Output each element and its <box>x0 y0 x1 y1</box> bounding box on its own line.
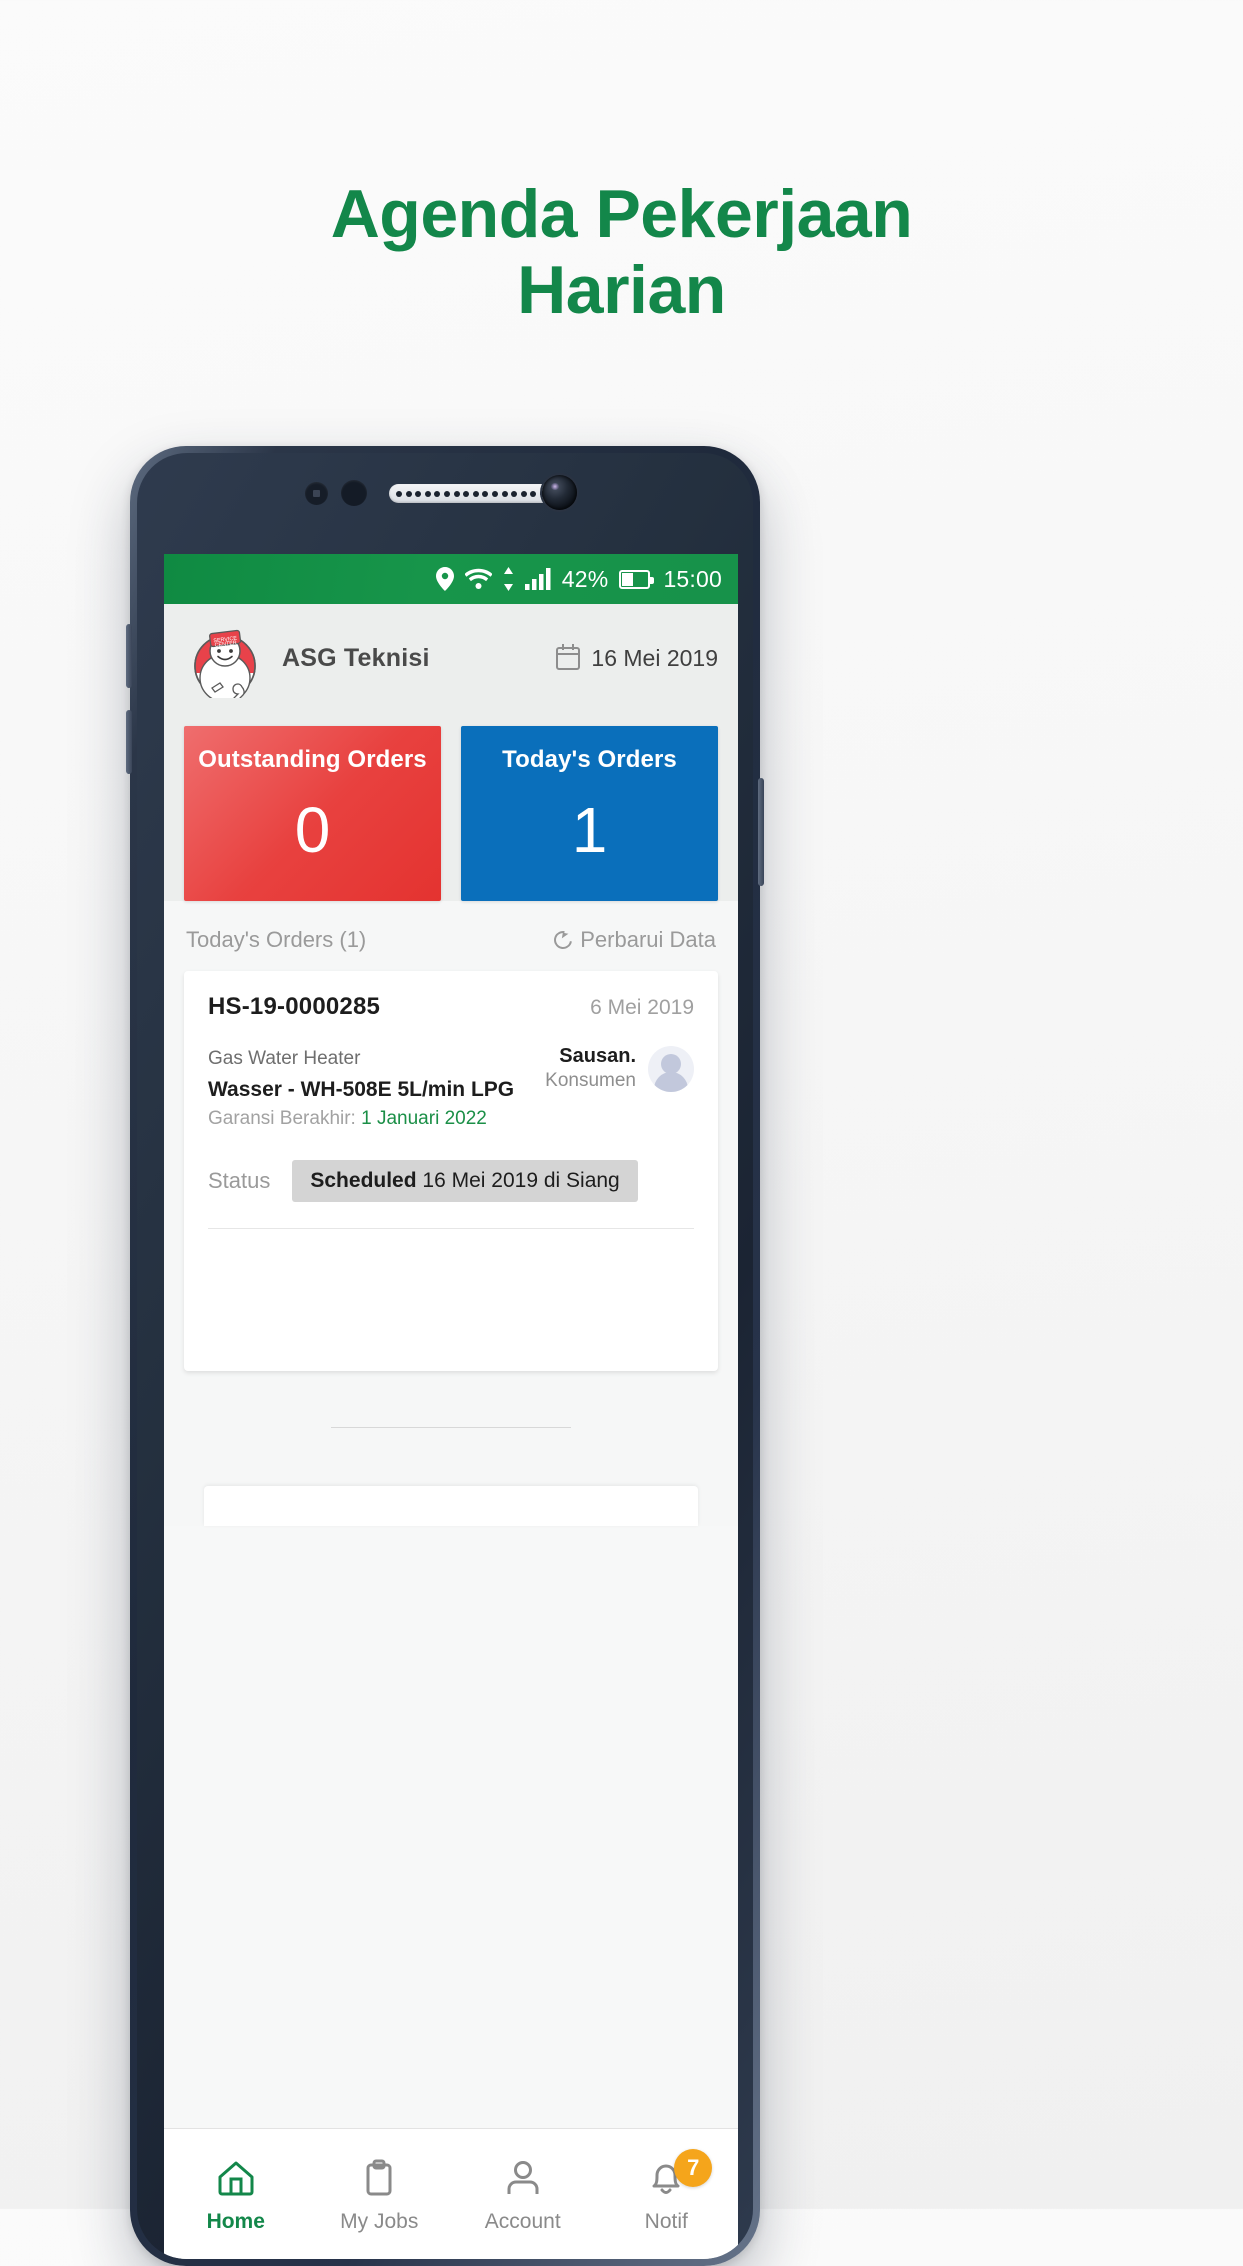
customer-block: Sausan. Konsumen <box>545 1045 694 1092</box>
volume-down-button[interactable] <box>126 710 132 774</box>
section-title: Today's Orders (1) <box>186 927 367 952</box>
header-date[interactable]: 16 Mei 2019 <box>556 643 718 672</box>
nav-label-notif: Notif <box>644 2210 688 2233</box>
scroll-indicator <box>331 1427 571 1428</box>
warranty-date-label: 1 Januari 2022 <box>361 1108 487 1129</box>
person-icon <box>503 2159 543 2197</box>
refresh-data-label: Perbarui Data <box>580 927 716 952</box>
calendar-icon <box>556 643 581 670</box>
battery-icon <box>619 569 655 589</box>
nav-label-home: Home <box>206 2210 265 2233</box>
customer-role-label: Konsumen <box>545 1070 636 1091</box>
stats-row: Outstanding Orders 0 Today's Orders 1 <box>164 712 738 901</box>
todays-orders-value: 1 <box>571 794 608 866</box>
battery-percent-label: 42% <box>561 565 609 592</box>
todays-orders-title: Today's Orders <box>502 746 677 773</box>
phone-mockup: 42% 15:00 SERVICE CENTER ASG Teknisi 16 … <box>126 446 764 2266</box>
product-block: Gas Water Heater Wasser - WH-508E 5L/min… <box>208 1045 514 1134</box>
next-order-card-peek[interactable] <box>204 1486 698 1526</box>
notif-badge: 7 <box>674 2149 713 2187</box>
order-date-label: 6 Mei 2019 <box>590 996 694 1019</box>
light-sensor-icon <box>341 480 367 506</box>
nav-item-account[interactable]: Account <box>451 2129 595 2259</box>
home-icon <box>216 2159 256 2197</box>
app-screen: 42% 15:00 SERVICE CENTER ASG Teknisi 16 … <box>164 554 738 2259</box>
phone-body: 42% 15:00 SERVICE CENTER ASG Teknisi 16 … <box>137 453 753 2259</box>
nav-label-account: Account <box>484 2210 561 2233</box>
warranty-label: Garansi Berakhir: <box>208 1108 356 1129</box>
status-row: Status Scheduled 16 Mei 2019 di Siang <box>208 1159 694 1202</box>
card-divider <box>208 1227 694 1229</box>
location-pin-icon <box>435 567 454 591</box>
proximity-sensor-icon <box>305 482 328 505</box>
customer-name-label: Sausan. <box>559 1045 636 1067</box>
nav-item-my-jobs[interactable]: My Jobs <box>308 2129 452 2259</box>
refresh-icon <box>550 927 576 953</box>
order-card[interactable]: HS-19-0000285 6 Mei 2019 Gas Water Heate… <box>184 971 718 1371</box>
order-card-body: Gas Water Heater Wasser - WH-508E 5L/min… <box>208 1045 694 1134</box>
volume-up-button[interactable] <box>126 624 132 688</box>
power-button[interactable] <box>758 778 764 886</box>
outstanding-orders-card[interactable]: Outstanding Orders 0 <box>184 726 441 901</box>
customer-text: Sausan. Konsumen <box>545 1045 636 1092</box>
page-title-line-1: Agenda Pekerjaan <box>330 176 913 252</box>
outstanding-orders-value: 0 <box>294 794 331 866</box>
orders-list: HS-19-0000285 6 Mei 2019 Gas Water Heate… <box>164 971 738 1526</box>
product-name-label: Wasser - WH-508E 5L/min LPG <box>208 1077 515 1101</box>
order-card-header: HS-19-0000285 6 Mei 2019 <box>208 993 694 1021</box>
user-avatar-icon <box>648 1045 694 1092</box>
section-header: Today's Orders (1) Perbarui Data <box>164 901 738 971</box>
status-bar: 42% 15:00 <box>164 554 738 604</box>
brand-name-label: ASG Teknisi <box>282 643 430 672</box>
warranty-row: Garansi Berakhir: 1 Januari 2022 <box>208 1105 514 1134</box>
header-date-label: 16 Mei 2019 <box>591 644 718 671</box>
front-camera-icon <box>542 475 577 510</box>
earpiece-speaker <box>389 484 553 503</box>
nav-item-home[interactable]: Home <box>164 2129 308 2259</box>
status-value-label: Scheduled <box>310 1168 417 1192</box>
order-id-label: HS-19-0000285 <box>208 993 381 1020</box>
outstanding-orders-title: Outstanding Orders <box>198 746 427 773</box>
wifi-icon <box>464 568 492 590</box>
clock-label: 15:00 <box>663 565 722 592</box>
nav-label-my-jobs: My Jobs <box>340 2210 419 2233</box>
data-transfer-arrows-icon <box>503 567 514 591</box>
brand-block: SERVICE CENTER ASG Teknisi <box>188 618 430 698</box>
bottom-navigation: Home My Jobs Account 7 Notif <box>164 2128 738 2259</box>
todays-orders-card[interactable]: Today's Orders 1 <box>461 726 718 901</box>
app-header: SERVICE CENTER ASG Teknisi 16 Mei 2019 <box>164 604 738 712</box>
product-category-label: Gas Water Heater <box>208 1048 361 1069</box>
phone-top-bezel <box>137 453 753 554</box>
refresh-data-button[interactable]: Perbarui Data <box>550 927 716 953</box>
clipboard-icon <box>359 2159 399 2197</box>
status-detail-label: 16 Mei 2019 di Siang <box>422 1168 620 1192</box>
service-center-mascot-logo: SERVICE CENTER <box>188 618 262 698</box>
page-title: Agenda Pekerjaan Harian <box>0 176 1243 328</box>
page-title-line-2: Harian <box>517 252 726 329</box>
status-badge[interactable]: Scheduled 16 Mei 2019 di Siang <box>292 1159 638 1202</box>
status-label: Status <box>208 1167 271 1193</box>
cellular-signal-icon <box>524 568 551 590</box>
nav-item-notif[interactable]: 7 Notif <box>595 2129 739 2259</box>
